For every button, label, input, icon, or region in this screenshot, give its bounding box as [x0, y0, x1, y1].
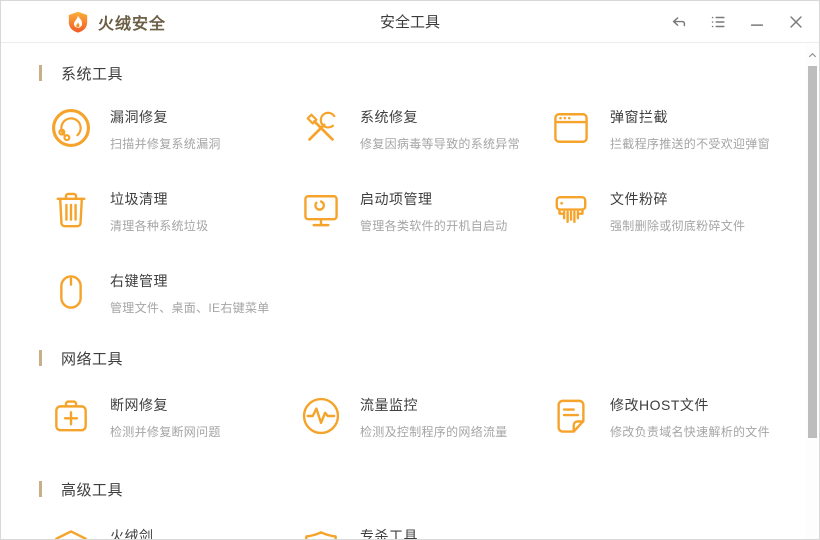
tool-text: 火绒剑 — [110, 525, 154, 539]
tool-title: 启动项管理 — [360, 191, 433, 207]
tool-item[interactable]: 火绒剑 — [49, 525, 299, 539]
brand-name: 火绒安全 — [98, 15, 167, 33]
tool-title: 修改HOST文件 — [610, 397, 709, 413]
tool-item[interactable]: 流量监控 检测及控制程序的网络流量 — [299, 394, 549, 442]
tool-desc: 清理各种系统垃圾 — [110, 219, 209, 233]
tool-text: 断网修复 检测并修复断网问题 — [110, 394, 221, 442]
tool-title: 流量监控 — [360, 397, 418, 413]
tool-title: 专杀工具 — [360, 528, 418, 539]
trash-icon — [49, 188, 93, 232]
shield-sword-icon — [49, 525, 93, 539]
tool-text: 修改HOST文件 修改负责域名快速解析的文件 — [610, 394, 770, 442]
back-button[interactable] — [670, 13, 688, 31]
tool-desc: 修改负责域名快速解析的文件 — [610, 425, 770, 439]
tool-item[interactable]: 系统修复 修复因病毒等导致的系统异常 — [299, 106, 549, 154]
popup-window-icon — [549, 106, 593, 150]
tool-desc: 修复因病毒等导致的系统异常 — [360, 137, 520, 151]
tool-item[interactable]: 启动项管理 管理各类软件的开机自启动 — [299, 188, 549, 236]
scrollbar — [806, 44, 819, 539]
app-window: 火绒安全 安全工具 系统工具 漏洞修复 扫描并修复系统漏洞 系统修复 修复因病毒… — [0, 0, 820, 540]
tool-grid: 火绒剑 专杀工具 — [49, 525, 807, 539]
tool-section: 系统工具 漏洞修复 扫描并修复系统漏洞 系统修复 修复因病毒等导致的系统异常 弹… — [1, 63, 807, 318]
minimize-button[interactable] — [748, 13, 766, 31]
section-header: 高级工具 — [39, 479, 807, 499]
tool-title: 火绒剑 — [110, 528, 154, 539]
tool-desc: 拦截程序推送的不受欢迎弹窗 — [610, 137, 770, 151]
scrollbar-thumb[interactable] — [808, 66, 817, 438]
monitor-startup-icon — [299, 188, 343, 232]
tool-desc: 强制删除或彻底粉碎文件 — [610, 219, 746, 233]
close-icon — [787, 13, 805, 31]
section-accent-bar — [39, 350, 42, 366]
section-title: 网络工具 — [61, 350, 124, 368]
tool-title: 漏洞修复 — [110, 109, 168, 125]
shredder-icon — [549, 188, 593, 232]
menu-list-icon — [709, 13, 727, 31]
tool-item[interactable]: 断网修复 检测并修复断网问题 — [49, 394, 299, 442]
tool-title: 垃圾清理 — [110, 191, 168, 207]
section-title: 高级工具 — [61, 481, 124, 499]
tool-title: 断网修复 — [110, 397, 168, 413]
section-accent-bar — [39, 481, 42, 497]
back-icon — [670, 13, 688, 31]
tool-text: 流量监控 检测及控制程序的网络流量 — [360, 394, 508, 442]
section-header: 网络工具 — [39, 348, 807, 368]
minimize-icon — [748, 13, 766, 31]
tool-text: 弹窗拦截 拦截程序推送的不受欢迎弹窗 — [610, 106, 770, 154]
huorong-logo-icon — [67, 10, 89, 34]
host-file-icon — [549, 394, 593, 438]
window-controls — [670, 1, 805, 43]
tool-sections: 系统工具 漏洞修复 扫描并修复系统漏洞 系统修复 修复因病毒等导致的系统异常 弹… — [1, 44, 807, 539]
scroll-up-icon[interactable] — [807, 50, 818, 61]
tool-grid: 断网修复 检测并修复断网问题 流量监控 检测及控制程序的网络流量 修改HOST文… — [49, 394, 807, 442]
tool-desc: 管理文件、桌面、IE右键菜单 — [110, 301, 270, 315]
tool-section: 高级工具 火绒剑 专杀工具 — [1, 479, 807, 539]
tool-title: 右键管理 — [110, 273, 168, 289]
tool-text: 垃圾清理 清理各种系统垃圾 — [110, 188, 208, 236]
shield-round-icon — [299, 525, 343, 539]
tool-item[interactable]: 弹窗拦截 拦截程序推送的不受欢迎弹窗 — [549, 106, 799, 154]
tool-text: 专杀工具 — [360, 525, 418, 539]
tool-item[interactable]: 文件粉碎 强制删除或彻底粉碎文件 — [549, 188, 799, 236]
tool-title: 系统修复 — [360, 109, 418, 125]
section-title: 系统工具 — [61, 65, 124, 83]
tool-desc: 扫描并修复系统漏洞 — [110, 137, 221, 151]
section-header: 系统工具 — [39, 63, 807, 83]
mouse-icon — [49, 270, 93, 314]
tool-section: 网络工具 断网修复 检测并修复断网问题 流量监控 检测及控制程序的网络流量 修改… — [1, 348, 807, 442]
tool-desc: 检测并修复断网问题 — [110, 425, 221, 439]
brand: 火绒安全 — [67, 10, 166, 34]
tool-item[interactable]: 专杀工具 — [299, 525, 549, 539]
section-accent-bar — [39, 65, 42, 81]
title-bar: 火绒安全 安全工具 — [1, 1, 819, 43]
menu-button[interactable] — [709, 13, 727, 31]
tool-item[interactable]: 漏洞修复 扫描并修复系统漏洞 — [49, 106, 299, 154]
crossed-tools-icon — [299, 106, 343, 150]
first-aid-icon — [49, 394, 93, 438]
tool-desc: 管理各类软件的开机自启动 — [360, 219, 508, 233]
tool-text: 系统修复 修复因病毒等导致的系统异常 — [360, 106, 520, 154]
tool-item[interactable]: 右键管理 管理文件、桌面、IE右键菜单 — [49, 270, 299, 318]
tool-text: 漏洞修复 扫描并修复系统漏洞 — [110, 106, 221, 154]
tool-item[interactable]: 垃圾清理 清理各种系统垃圾 — [49, 188, 299, 236]
pulse-circle-icon — [299, 394, 343, 438]
tool-text: 右键管理 管理文件、桌面、IE右键菜单 — [110, 270, 270, 318]
tool-text: 文件粉碎 强制删除或彻底粉碎文件 — [610, 188, 745, 236]
tool-title: 弹窗拦截 — [610, 109, 668, 125]
tool-item[interactable]: 修改HOST文件 修改负责域名快速解析的文件 — [549, 394, 799, 442]
close-button[interactable] — [787, 13, 805, 31]
tool-desc: 检测及控制程序的网络流量 — [360, 425, 508, 439]
tool-title: 文件粉碎 — [610, 191, 668, 207]
tool-grid: 漏洞修复 扫描并修复系统漏洞 系统修复 修复因病毒等导致的系统异常 弹窗拦截 拦… — [49, 106, 807, 318]
patch-circle-icon — [49, 106, 93, 150]
tool-text: 启动项管理 管理各类软件的开机自启动 — [360, 188, 508, 236]
